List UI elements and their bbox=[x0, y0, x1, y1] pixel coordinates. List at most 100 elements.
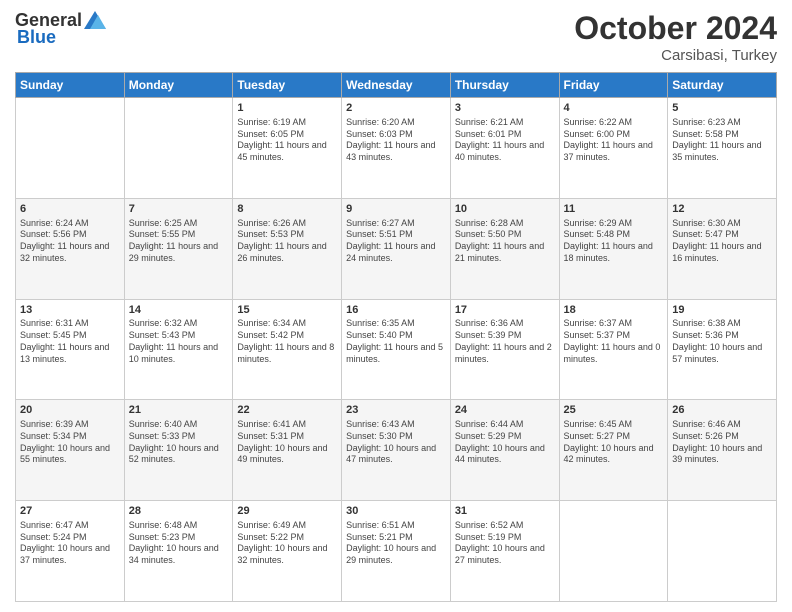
table-row: 16Sunrise: 6:35 AMSunset: 5:40 PMDayligh… bbox=[342, 299, 451, 400]
daylight-text: Daylight: 11 hours and 8 minutes. bbox=[237, 342, 334, 364]
table-row: 25Sunrise: 6:45 AMSunset: 5:27 PMDayligh… bbox=[559, 400, 668, 501]
calendar-week-row: 1Sunrise: 6:19 AMSunset: 6:05 PMDaylight… bbox=[16, 98, 777, 199]
table-row: 27Sunrise: 6:47 AMSunset: 5:24 PMDayligh… bbox=[16, 501, 125, 602]
table-row: 26Sunrise: 6:46 AMSunset: 5:26 PMDayligh… bbox=[668, 400, 777, 501]
daylight-text: Daylight: 10 hours and 29 minutes. bbox=[346, 543, 436, 565]
sunrise-text: Sunrise: 6:25 AM bbox=[129, 218, 198, 228]
day-info: Sunrise: 6:48 AMSunset: 5:23 PMDaylight:… bbox=[129, 520, 229, 567]
table-row: 8Sunrise: 6:26 AMSunset: 5:53 PMDaylight… bbox=[233, 198, 342, 299]
day-number: 15 bbox=[237, 303, 337, 318]
day-number: 14 bbox=[129, 303, 229, 318]
day-info: Sunrise: 6:36 AMSunset: 5:39 PMDaylight:… bbox=[455, 318, 555, 365]
logo-icon bbox=[84, 11, 106, 29]
sunrise-text: Sunrise: 6:48 AM bbox=[129, 520, 198, 530]
day-info: Sunrise: 6:29 AMSunset: 5:48 PMDaylight:… bbox=[564, 218, 664, 265]
sunset-text: Sunset: 6:01 PM bbox=[455, 129, 522, 139]
calendar-week-row: 27Sunrise: 6:47 AMSunset: 5:24 PMDayligh… bbox=[16, 501, 777, 602]
table-row: 11Sunrise: 6:29 AMSunset: 5:48 PMDayligh… bbox=[559, 198, 668, 299]
calendar-table: Sunday Monday Tuesday Wednesday Thursday… bbox=[15, 72, 777, 602]
daylight-text: Daylight: 11 hours and 16 minutes. bbox=[672, 241, 761, 263]
daylight-text: Daylight: 11 hours and 40 minutes. bbox=[455, 140, 544, 162]
sunrise-text: Sunrise: 6:31 AM bbox=[20, 318, 89, 328]
table-row: 6Sunrise: 6:24 AMSunset: 5:56 PMDaylight… bbox=[16, 198, 125, 299]
daylight-text: Daylight: 11 hours and 10 minutes. bbox=[129, 342, 218, 364]
header: General Blue October 2024 Carsibasi, Tur… bbox=[15, 10, 777, 64]
sunrise-text: Sunrise: 6:29 AM bbox=[564, 218, 633, 228]
daylight-text: Daylight: 11 hours and 2 minutes. bbox=[455, 342, 552, 364]
day-number: 12 bbox=[672, 202, 772, 217]
col-thursday: Thursday bbox=[450, 73, 559, 98]
day-number: 11 bbox=[564, 202, 664, 217]
day-info: Sunrise: 6:19 AMSunset: 6:05 PMDaylight:… bbox=[237, 117, 337, 164]
sunrise-text: Sunrise: 6:43 AM bbox=[346, 419, 415, 429]
sunset-text: Sunset: 6:03 PM bbox=[346, 129, 413, 139]
table-row: 23Sunrise: 6:43 AMSunset: 5:30 PMDayligh… bbox=[342, 400, 451, 501]
table-row: 31Sunrise: 6:52 AMSunset: 5:19 PMDayligh… bbox=[450, 501, 559, 602]
day-number: 22 bbox=[237, 403, 337, 418]
col-friday: Friday bbox=[559, 73, 668, 98]
sunrise-text: Sunrise: 6:49 AM bbox=[237, 520, 306, 530]
day-number: 16 bbox=[346, 303, 446, 318]
sunset-text: Sunset: 5:43 PM bbox=[129, 330, 196, 340]
day-number: 30 bbox=[346, 504, 446, 519]
sunrise-text: Sunrise: 6:46 AM bbox=[672, 419, 741, 429]
sunset-text: Sunset: 5:55 PM bbox=[129, 229, 196, 239]
sunset-text: Sunset: 5:22 PM bbox=[237, 532, 304, 542]
sunrise-text: Sunrise: 6:26 AM bbox=[237, 218, 306, 228]
day-info: Sunrise: 6:49 AM Sunset: 5:22 PMDaylight:… bbox=[237, 520, 337, 567]
logo: General Blue bbox=[15, 10, 106, 48]
table-row: 21Sunrise: 6:40 AMSunset: 5:33 PMDayligh… bbox=[124, 400, 233, 501]
day-number: 26 bbox=[672, 403, 772, 418]
table-row: 4Sunrise: 6:22 AMSunset: 6:00 PMDaylight… bbox=[559, 98, 668, 199]
daylight-text: Daylight: 10 hours and 57 minutes. bbox=[672, 342, 762, 364]
day-number: 4 bbox=[564, 101, 664, 116]
day-info: Sunrise: 6:52 AMSunset: 5:19 PMDaylight:… bbox=[455, 520, 555, 567]
day-info: Sunrise: 6:45 AM Sunset: 5:27 PM Daylight:… bbox=[564, 419, 664, 466]
table-row: 7Sunrise: 6:25 AMSunset: 5:55 PMDaylight… bbox=[124, 198, 233, 299]
day-number: 28 bbox=[129, 504, 229, 519]
sunset-text: Sunset: 5:51 PM bbox=[346, 229, 413, 239]
sunrise-text: Sunrise: 6:23 AM bbox=[672, 117, 741, 127]
day-number: 5 bbox=[672, 101, 772, 116]
table-row: 22Sunrise: 6:41 AMSunset: 5:31 PMDayligh… bbox=[233, 400, 342, 501]
daylight-text: Daylight: 10 hours and 42 minutes. bbox=[564, 443, 654, 465]
sunrise-text: Sunrise: 6:30 AM bbox=[672, 218, 741, 228]
day-number: 2 bbox=[346, 101, 446, 116]
day-info: Sunrise: 6:22 AMSunset: 6:00 PMDaylight:… bbox=[564, 117, 664, 164]
col-monday: Monday bbox=[124, 73, 233, 98]
title-month: October 2024 bbox=[574, 10, 777, 47]
title-location: Carsibasi, Turkey bbox=[574, 47, 777, 64]
day-info: Sunrise: 6:35 AMSunset: 5:40 PMDaylight:… bbox=[346, 318, 446, 365]
day-info: Sunrise: 6:31 AMSunset: 5:45 PMDaylight:… bbox=[20, 318, 120, 365]
col-sunday: Sunday bbox=[16, 73, 125, 98]
sunset-text: Sunset: 5:29 PM bbox=[455, 431, 522, 441]
daylight-text: Daylight: 11 hours and 45 minutes. bbox=[237, 140, 326, 162]
day-info: Sunrise: 6:32 AMSunset: 5:43 PMDaylight:… bbox=[129, 318, 229, 365]
sunrise-text: Sunrise: 6:27 AM bbox=[346, 218, 415, 228]
sunset-text: Sunset: 5:27 PM bbox=[564, 431, 631, 441]
daylight-text: Daylight: 10 hours and 32 minutes. bbox=[237, 543, 327, 565]
daylight-text: Daylight: 10 hours and 49 minutes. bbox=[237, 443, 327, 465]
table-row: 14Sunrise: 6:32 AMSunset: 5:43 PMDayligh… bbox=[124, 299, 233, 400]
day-info: Sunrise: 6:39 AMSunset: 5:34 PMDaylight:… bbox=[20, 419, 120, 466]
day-number: 8 bbox=[237, 202, 337, 217]
daylight-text: Daylight: 11 hours and 43 minutes. bbox=[346, 140, 435, 162]
day-info: Sunrise: 6:24 AMSunset: 5:56 PMDaylight:… bbox=[20, 218, 120, 265]
sunrise-text: Sunrise: 6:37 AM bbox=[564, 318, 633, 328]
day-number: 3 bbox=[455, 101, 555, 116]
sunset-text: Sunset: 5:53 PM bbox=[237, 229, 304, 239]
sunset-text: Sunset: 5:19 PM bbox=[455, 532, 522, 542]
table-row bbox=[559, 501, 668, 602]
sunset-text: Sunset: 5:24 PM bbox=[20, 532, 87, 542]
table-row: 20Sunrise: 6:39 AMSunset: 5:34 PMDayligh… bbox=[16, 400, 125, 501]
daylight-text: Daylight: 10 hours and 44 minutes. bbox=[455, 443, 545, 465]
table-row: 13Sunrise: 6:31 AMSunset: 5:45 PMDayligh… bbox=[16, 299, 125, 400]
sunrise-text: Sunrise: 6:45 AM bbox=[564, 419, 633, 429]
day-number: 24 bbox=[455, 403, 555, 418]
day-number: 17 bbox=[455, 303, 555, 318]
col-saturday: Saturday bbox=[668, 73, 777, 98]
calendar-header-row: Sunday Monday Tuesday Wednesday Thursday… bbox=[16, 73, 777, 98]
table-row: 28Sunrise: 6:48 AMSunset: 5:23 PMDayligh… bbox=[124, 501, 233, 602]
day-number: 23 bbox=[346, 403, 446, 418]
day-number: 20 bbox=[20, 403, 120, 418]
